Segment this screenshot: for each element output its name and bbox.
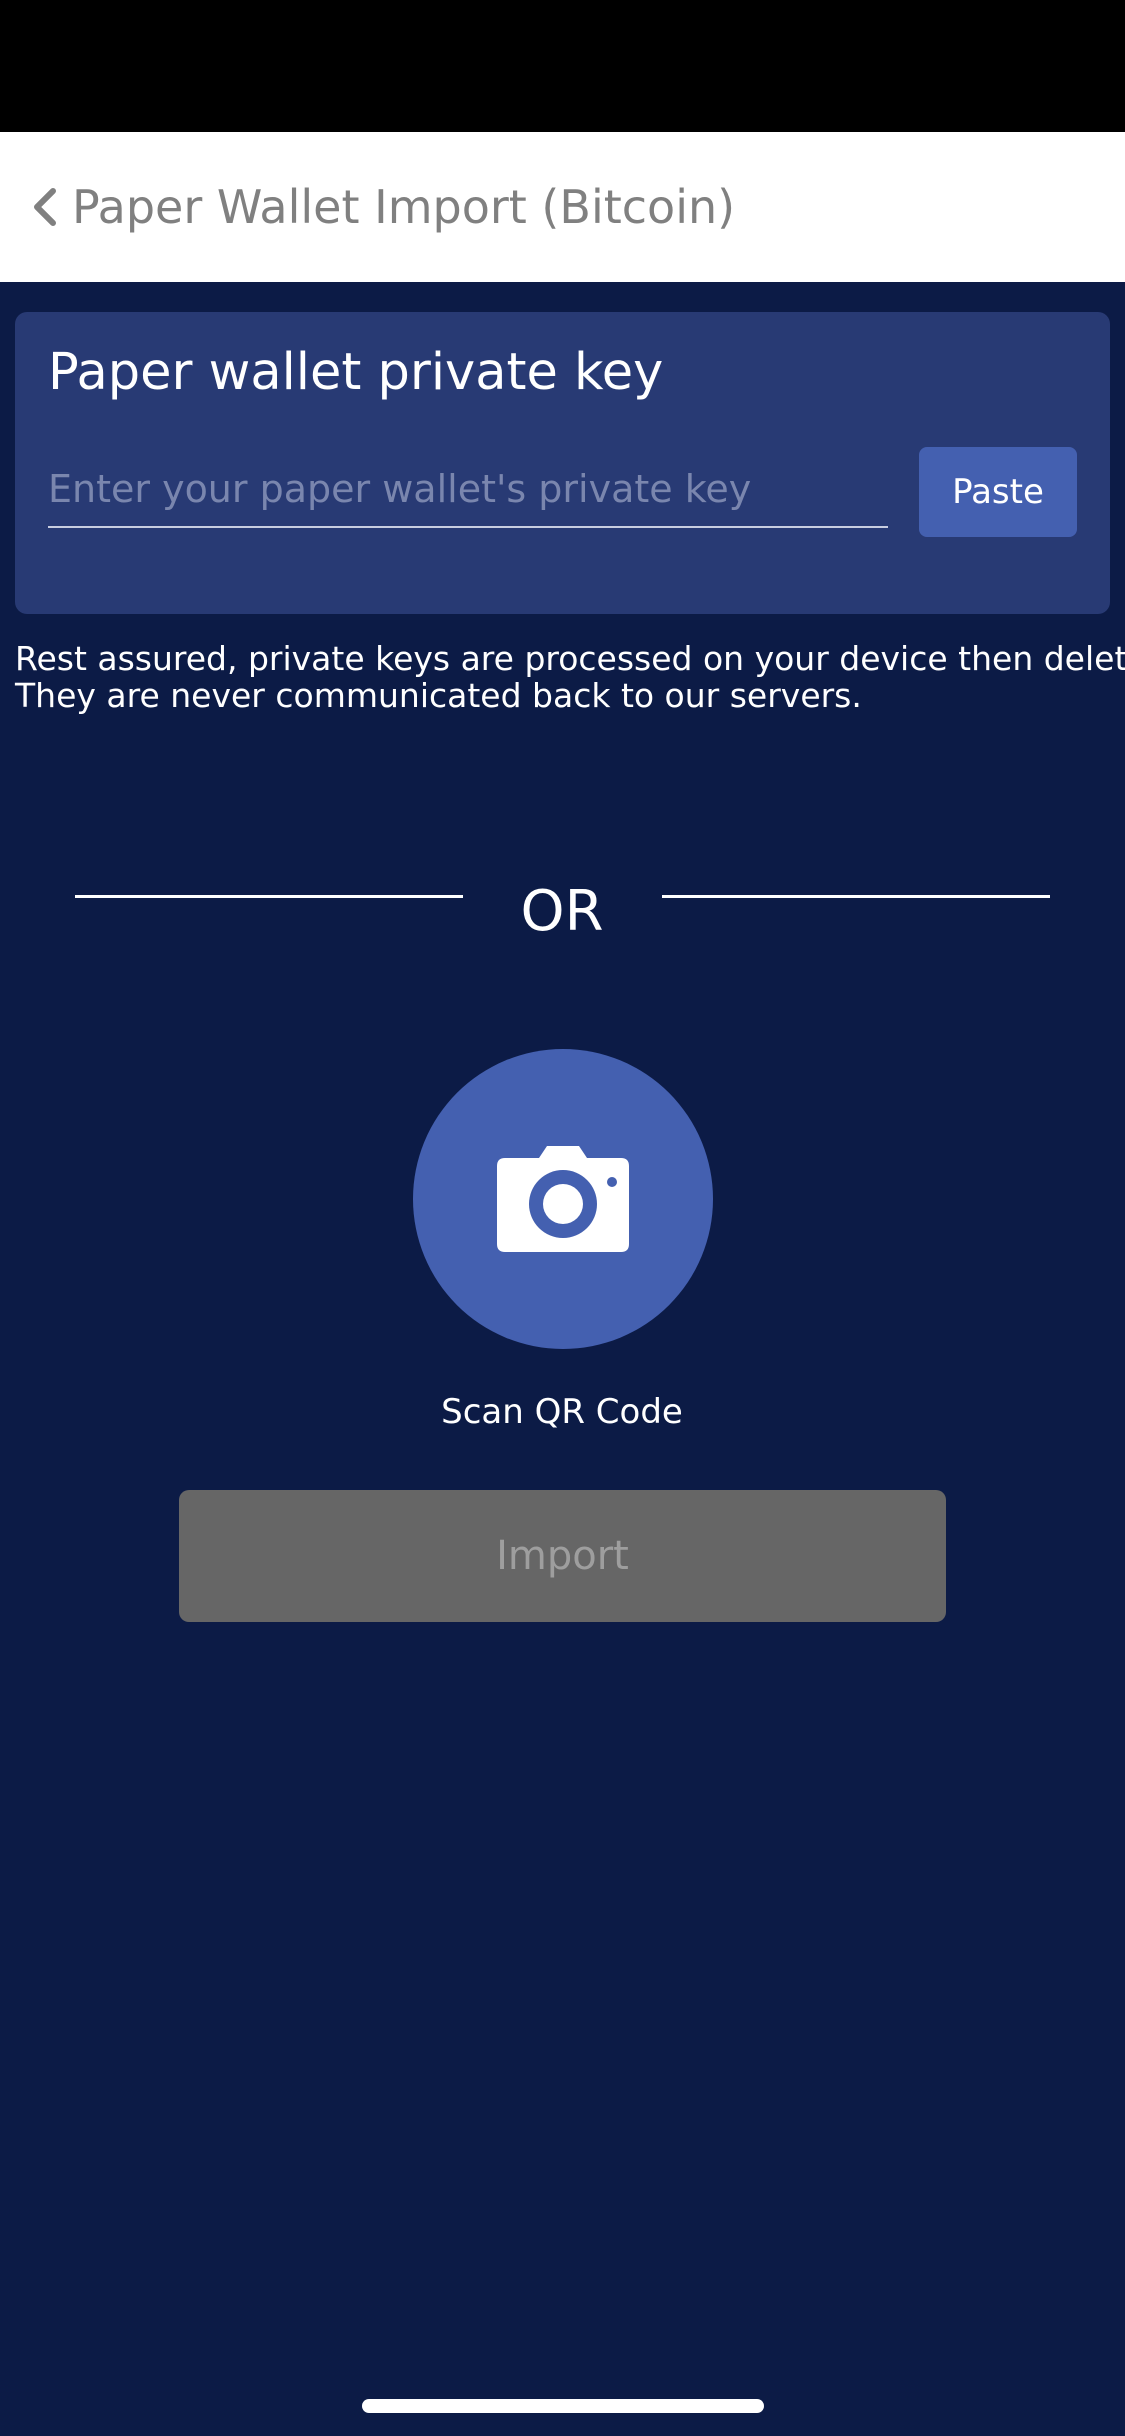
home-indicator [362,2399,764,2413]
nav-header: Paper Wallet Import (Bitcoin) [0,132,1125,282]
page-title: Paper Wallet Import (Bitcoin) [72,180,736,234]
scan-qr-button[interactable] [413,1049,713,1349]
card-title: Paper wallet private key [48,343,664,402]
divider-line-right [662,895,1050,898]
chevron-left-icon [34,188,56,226]
private-key-card: Paper wallet private key Paste [15,312,1110,614]
scan-qr-label: Scan QR Code [441,1392,683,1432]
private-key-input[interactable] [48,452,888,528]
status-bar [0,0,1125,132]
privacy-notice-line-2: They are never communicated back to our … [15,676,862,715]
import-button[interactable]: Import [179,1490,946,1622]
paste-button[interactable]: Paste [919,447,1077,537]
camera-icon [497,1146,629,1252]
divider-line-left [75,895,463,898]
privacy-notice: Rest assured, private keys are processed… [15,639,1125,715]
privacy-notice-line-1: Rest assured, private keys are processed… [15,639,1125,678]
or-divider-label: OR [520,879,604,944]
back-button[interactable] [14,172,74,242]
